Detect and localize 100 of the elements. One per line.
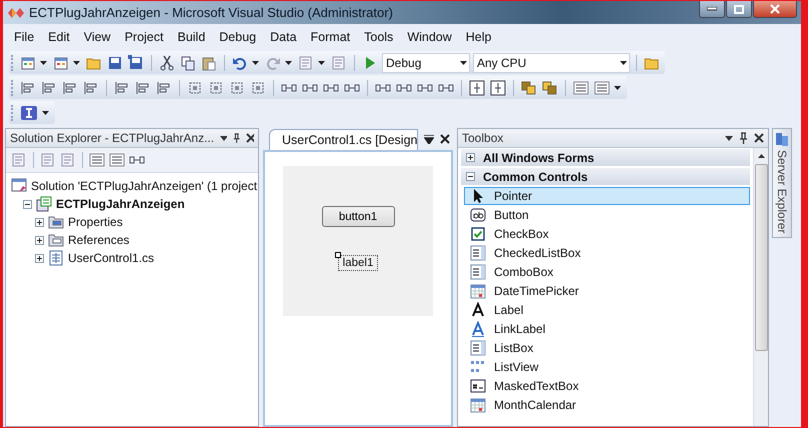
align-icon[interactable] (135, 80, 151, 96)
align-icon[interactable] (83, 80, 99, 96)
toolbox-item[interactable]: LinkLabel (464, 320, 750, 338)
align-icon[interactable] (41, 80, 57, 96)
toolbox-item[interactable]: MaskedTextBox (464, 377, 750, 395)
window-title: ECTPlugJahrAnzeigen - Microsoft Visual Studio (Administrator) (29, 5, 393, 20)
toolbox-item[interactable]: MonthCalendar (464, 396, 750, 414)
center-icon[interactable] (469, 80, 485, 96)
maximize-icon (734, 4, 744, 14)
tree-item[interactable]: ECTPlugJahrAnzeigen (56, 197, 185, 211)
menu-item[interactable]: Build (170, 30, 212, 44)
platform-dropdown[interactable]: Any CPU (473, 52, 630, 72)
control-icon (470, 340, 486, 356)
collapse-icon[interactable] (23, 200, 32, 208)
close-icon[interactable] (754, 133, 764, 143)
toolbox-item[interactable]: Label (464, 301, 750, 319)
pin-icon[interactable] (739, 132, 748, 144)
toolbox-item[interactable]: CheckedListBox (464, 244, 750, 262)
server-icon (774, 131, 790, 147)
scroll-up-icon[interactable] (758, 154, 764, 158)
expand-icon[interactable] (466, 153, 475, 162)
control-icon (470, 397, 486, 413)
menu-item[interactable]: Tools (357, 30, 400, 44)
expand-icon[interactable] (35, 254, 44, 262)
close-icon[interactable] (440, 134, 450, 144)
close-icon[interactable] (246, 133, 254, 143)
toolbox-group[interactable]: All Windows Forms (461, 149, 750, 166)
menu-item[interactable]: Debug (212, 30, 264, 44)
toolbox-item[interactable]: Button (464, 206, 750, 224)
solution-icon (11, 178, 27, 194)
menu-item[interactable]: Data (263, 30, 304, 44)
save-icon[interactable] (107, 54, 123, 70)
list-icon[interactable] (573, 80, 589, 96)
center-icon[interactable] (490, 80, 506, 96)
tree-item[interactable]: References (68, 233, 130, 247)
caret-icon[interactable] (42, 110, 49, 114)
caret-icon[interactable] (73, 60, 80, 64)
list-icon[interactable] (89, 152, 105, 168)
list-icon[interactable] (594, 80, 610, 96)
align-icon[interactable] (20, 80, 36, 96)
layers-icon[interactable] (542, 80, 558, 96)
resize-handle[interactable] (334, 252, 341, 258)
menu-item[interactable]: Edit (41, 30, 77, 44)
caret-icon[interactable] (725, 136, 733, 140)
letter-i-icon[interactable] (20, 104, 38, 120)
toolbox-item[interactable]: ListView (464, 358, 750, 376)
folder-icon (48, 232, 64, 248)
resize-icon[interactable] (229, 80, 245, 96)
clipboard-icon[interactable] (201, 54, 217, 70)
caret-icon[interactable] (220, 136, 227, 140)
form-label[interactable]: label1 (338, 255, 378, 271)
tree-item[interactable]: Properties (68, 215, 123, 229)
add-item-icon[interactable] (53, 54, 69, 70)
scissors-icon[interactable] (159, 54, 175, 70)
close-button[interactable] (753, 1, 797, 18)
configuration-dropdown[interactable]: Debug (382, 52, 470, 72)
resize-icon[interactable] (187, 80, 203, 96)
control-icon (470, 359, 486, 375)
caret-icon[interactable] (318, 60, 325, 64)
caret-icon[interactable] (285, 60, 292, 64)
expand-icon[interactable] (35, 218, 44, 226)
form-button[interactable]: button1 (322, 206, 394, 227)
tree-item[interactable]: Solution 'ECTPlugJahrAnzeigen' (1 project (31, 179, 258, 193)
expand-icon[interactable] (35, 236, 44, 244)
save-all-icon[interactable] (128, 54, 144, 70)
new-project-icon[interactable] (20, 54, 36, 70)
menu-item[interactable]: Project (118, 30, 170, 44)
align-icon[interactable] (156, 80, 172, 96)
toolbox-group[interactable]: Common Controls (461, 168, 750, 185)
list-icon[interactable] (109, 152, 125, 168)
menu-item[interactable]: Help (458, 30, 498, 44)
align-icon[interactable] (62, 80, 78, 96)
pin-icon[interactable] (232, 132, 240, 144)
menu-item[interactable]: File (7, 30, 42, 44)
copy-icon[interactable] (180, 54, 196, 70)
toolbox-item[interactable]: DateTimePicker (464, 282, 750, 300)
tree-item[interactable]: UserControl1.cs (68, 251, 154, 265)
caret-icon[interactable] (614, 86, 621, 90)
caret-icon[interactable] (252, 60, 259, 64)
minimize-button[interactable] (699, 1, 725, 18)
scrollbar[interactable] (753, 148, 768, 426)
resize-icon[interactable] (208, 80, 224, 96)
panel-title: Solution Explorer - ECTPlugJahrAnz... (10, 131, 214, 145)
dropdown-icon[interactable] (424, 134, 434, 144)
collapse-icon[interactable] (466, 172, 475, 181)
resize-icon[interactable] (250, 80, 266, 96)
layers-icon[interactable] (521, 80, 537, 96)
toolbox-item[interactable]: CheckBox (464, 225, 750, 243)
caret-icon[interactable] (40, 60, 47, 64)
menu-item[interactable]: Format (304, 30, 358, 44)
toolbox-item[interactable]: Pointer (464, 187, 750, 205)
document-tab[interactable]: UserControl1.cs [Design (269, 128, 418, 150)
menu-item[interactable]: View (76, 30, 118, 44)
toolbox-item[interactable]: ListBox (464, 339, 750, 357)
align-icon[interactable] (114, 80, 130, 96)
side-tab[interactable]: Server Explorer (772, 128, 792, 238)
toolbox-item[interactable]: ComboBox (464, 263, 750, 281)
letter-icon (470, 321, 486, 337)
maximize-button[interactable] (726, 1, 752, 18)
menu-item[interactable]: Window (400, 30, 459, 44)
